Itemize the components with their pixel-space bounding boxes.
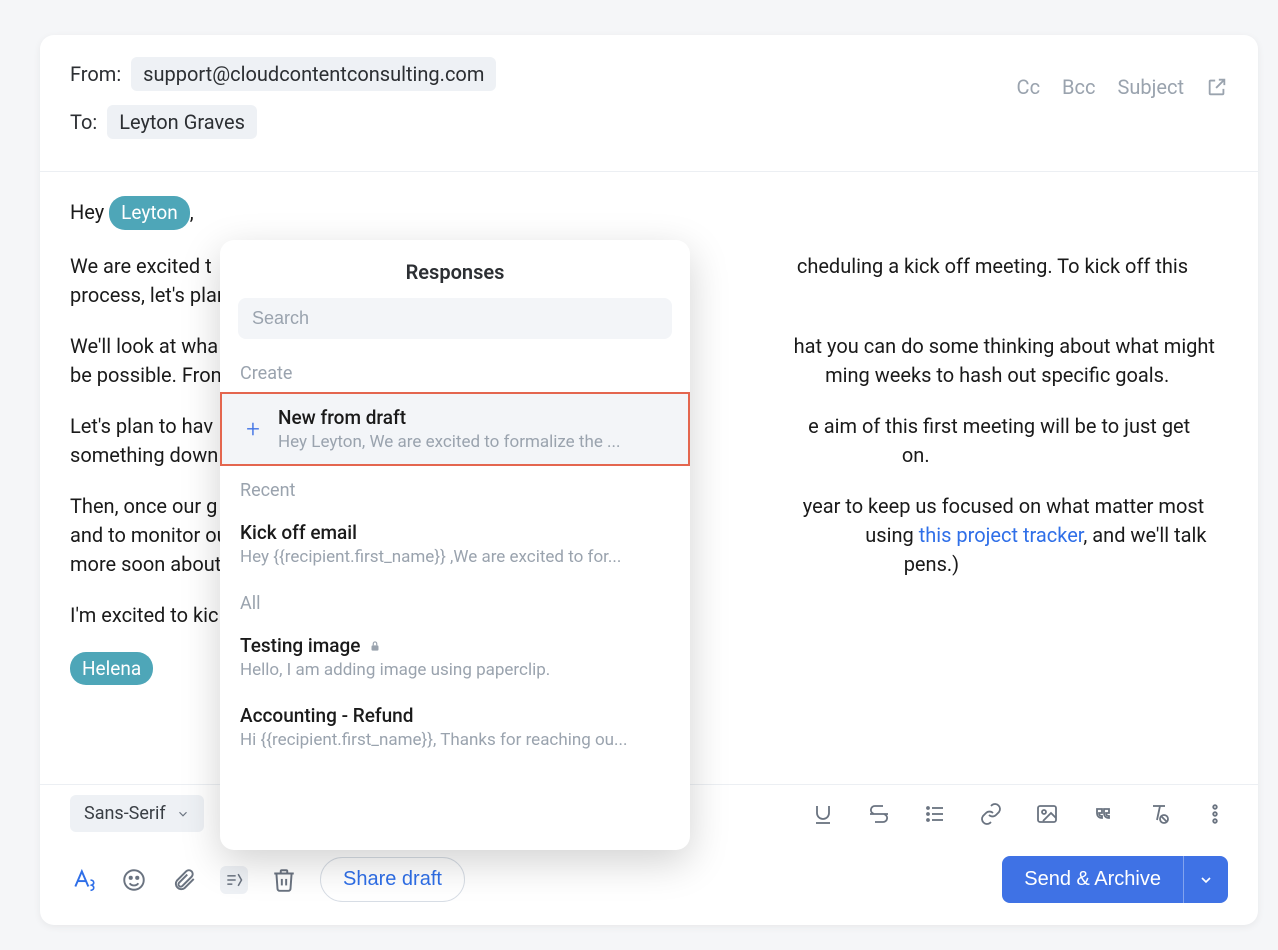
create-section-label: Create [220, 349, 690, 392]
recent-section-label: Recent [220, 466, 690, 509]
p1-part-a: We are excited t [70, 254, 212, 278]
share-draft-button[interactable]: Share draft [320, 857, 465, 902]
popout-icon[interactable] [1206, 76, 1228, 98]
greeting-suffix: , [190, 200, 194, 224]
bottom-action-bar: Share draft Send & Archive [40, 842, 1258, 925]
bottom-left-actions: Share draft [70, 857, 980, 902]
send-button-group: Send & Archive [1002, 856, 1228, 903]
cc-button[interactable]: Cc [1017, 75, 1041, 99]
response-kickoff-email[interactable]: Kick off email Hey {{recipient.first_nam… [220, 509, 690, 579]
greeting-line: Hey Leyton, [70, 196, 1228, 230]
p4-part-a: Then, once our g [70, 494, 217, 518]
response-item-preview: Hello, I am adding image using paperclip… [240, 660, 670, 680]
recipient-name-pill[interactable]: Leyton [109, 196, 190, 230]
bullet-list-icon[interactable] [922, 801, 948, 827]
p4-part-e: pens.) [904, 552, 959, 576]
header-right-controls: Cc Bcc Subject [1017, 75, 1228, 99]
response-item-title: Accounting - Refund [240, 704, 670, 727]
chevron-down-icon [1198, 872, 1214, 888]
responses-search-input[interactable] [252, 308, 658, 329]
to-label: To: [70, 110, 97, 134]
attachment-icon[interactable] [170, 866, 198, 894]
signature-pill[interactable]: Helena [70, 652, 153, 686]
greeting-prefix: Hey [70, 200, 109, 224]
responses-search[interactable] [238, 298, 672, 339]
chevron-down-icon [176, 807, 190, 821]
response-item-preview: Hey Leyton, We are excited to formalize … [278, 432, 668, 452]
response-item-title: Kick off email [240, 521, 670, 544]
response-item-preview: Hi {{recipient.first_name}}, Thanks for … [240, 730, 670, 750]
clear-format-icon[interactable] [1146, 801, 1172, 827]
send-options-caret[interactable] [1183, 856, 1228, 903]
send-archive-button[interactable]: Send & Archive [1002, 856, 1183, 903]
from-label: From: [70, 62, 121, 86]
popover-title: Responses [220, 240, 690, 298]
p2-part-a: We'll look at wha [70, 334, 218, 358]
emoji-icon[interactable] [120, 866, 148, 894]
to-row: To: Leyton Graves [70, 105, 1228, 139]
strikethrough-icon[interactable] [866, 801, 892, 827]
p4-part-c: using [865, 523, 918, 547]
p3-part-a: Let's plan to hav [70, 414, 213, 438]
response-accounting-refund[interactable]: Accounting - Refund Hi {{recipient.first… [220, 692, 690, 762]
all-section-label: All [220, 579, 690, 622]
to-recipient-chip[interactable]: Leyton Graves [107, 105, 257, 139]
image-icon[interactable] [1034, 801, 1060, 827]
trash-icon[interactable] [270, 866, 298, 894]
font-family-select[interactable]: Sans-Serif [70, 795, 204, 832]
quote-icon[interactable] [1090, 801, 1116, 827]
compose-header: From: support@cloudcontentconsulting.com… [40, 35, 1258, 172]
link-icon[interactable] [978, 801, 1004, 827]
plus-icon: + [242, 418, 264, 440]
underline-icon[interactable] [810, 801, 836, 827]
p2-part-c: ming weeks to hash out specific goals. [825, 363, 1169, 387]
bcc-button[interactable]: Bcc [1062, 75, 1095, 99]
responses-popover: Responses Create + New from draft Hey Le… [220, 240, 690, 850]
more-format-icon[interactable] [1202, 801, 1228, 827]
project-tracker-link[interactable]: this project tracker [919, 523, 1084, 547]
response-new-from-draft[interactable]: + New from draft Hey Leyton, We are exci… [220, 392, 690, 466]
font-family-label: Sans-Serif [84, 803, 166, 824]
from-value-chip[interactable]: support@cloudcontentconsulting.com [131, 57, 496, 91]
response-item-title: Testing image [240, 634, 670, 657]
response-item-title: New from draft [278, 406, 668, 429]
p3-part-c: on. [902, 443, 930, 467]
canned-responses-icon[interactable] [220, 866, 248, 894]
subject-button[interactable]: Subject [1117, 75, 1184, 99]
response-title-text: Testing image [240, 634, 360, 657]
text-style-icon[interactable] [70, 866, 98, 894]
response-item-preview: Hey {{recipient.first_name}} ,We are exc… [240, 547, 670, 567]
response-testing-image[interactable]: Testing image Hello, I am adding image u… [220, 622, 690, 692]
lock-icon [368, 639, 382, 653]
